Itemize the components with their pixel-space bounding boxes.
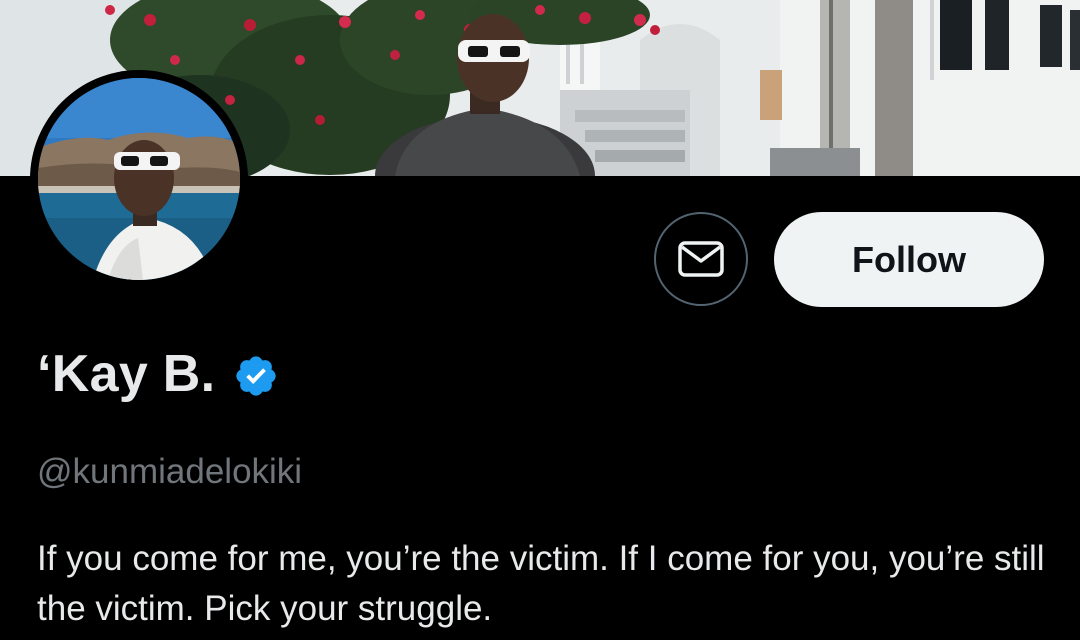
profile-avatar[interactable] — [30, 70, 248, 288]
profile-bio: If you come for me, you’re the victim. I… — [37, 539, 1045, 628]
message-button[interactable] — [654, 212, 748, 306]
verified-badge-icon[interactable] — [233, 353, 279, 399]
display-name-row: ‘Kay B. — [37, 344, 279, 404]
username-handle: @kunmiadelokiki — [37, 452, 303, 491]
avatar-image — [38, 78, 240, 280]
display-name: ‘Kay B. — [37, 345, 216, 403]
envelope-icon — [678, 241, 724, 277]
follow-button[interactable]: Follow — [774, 212, 1044, 307]
